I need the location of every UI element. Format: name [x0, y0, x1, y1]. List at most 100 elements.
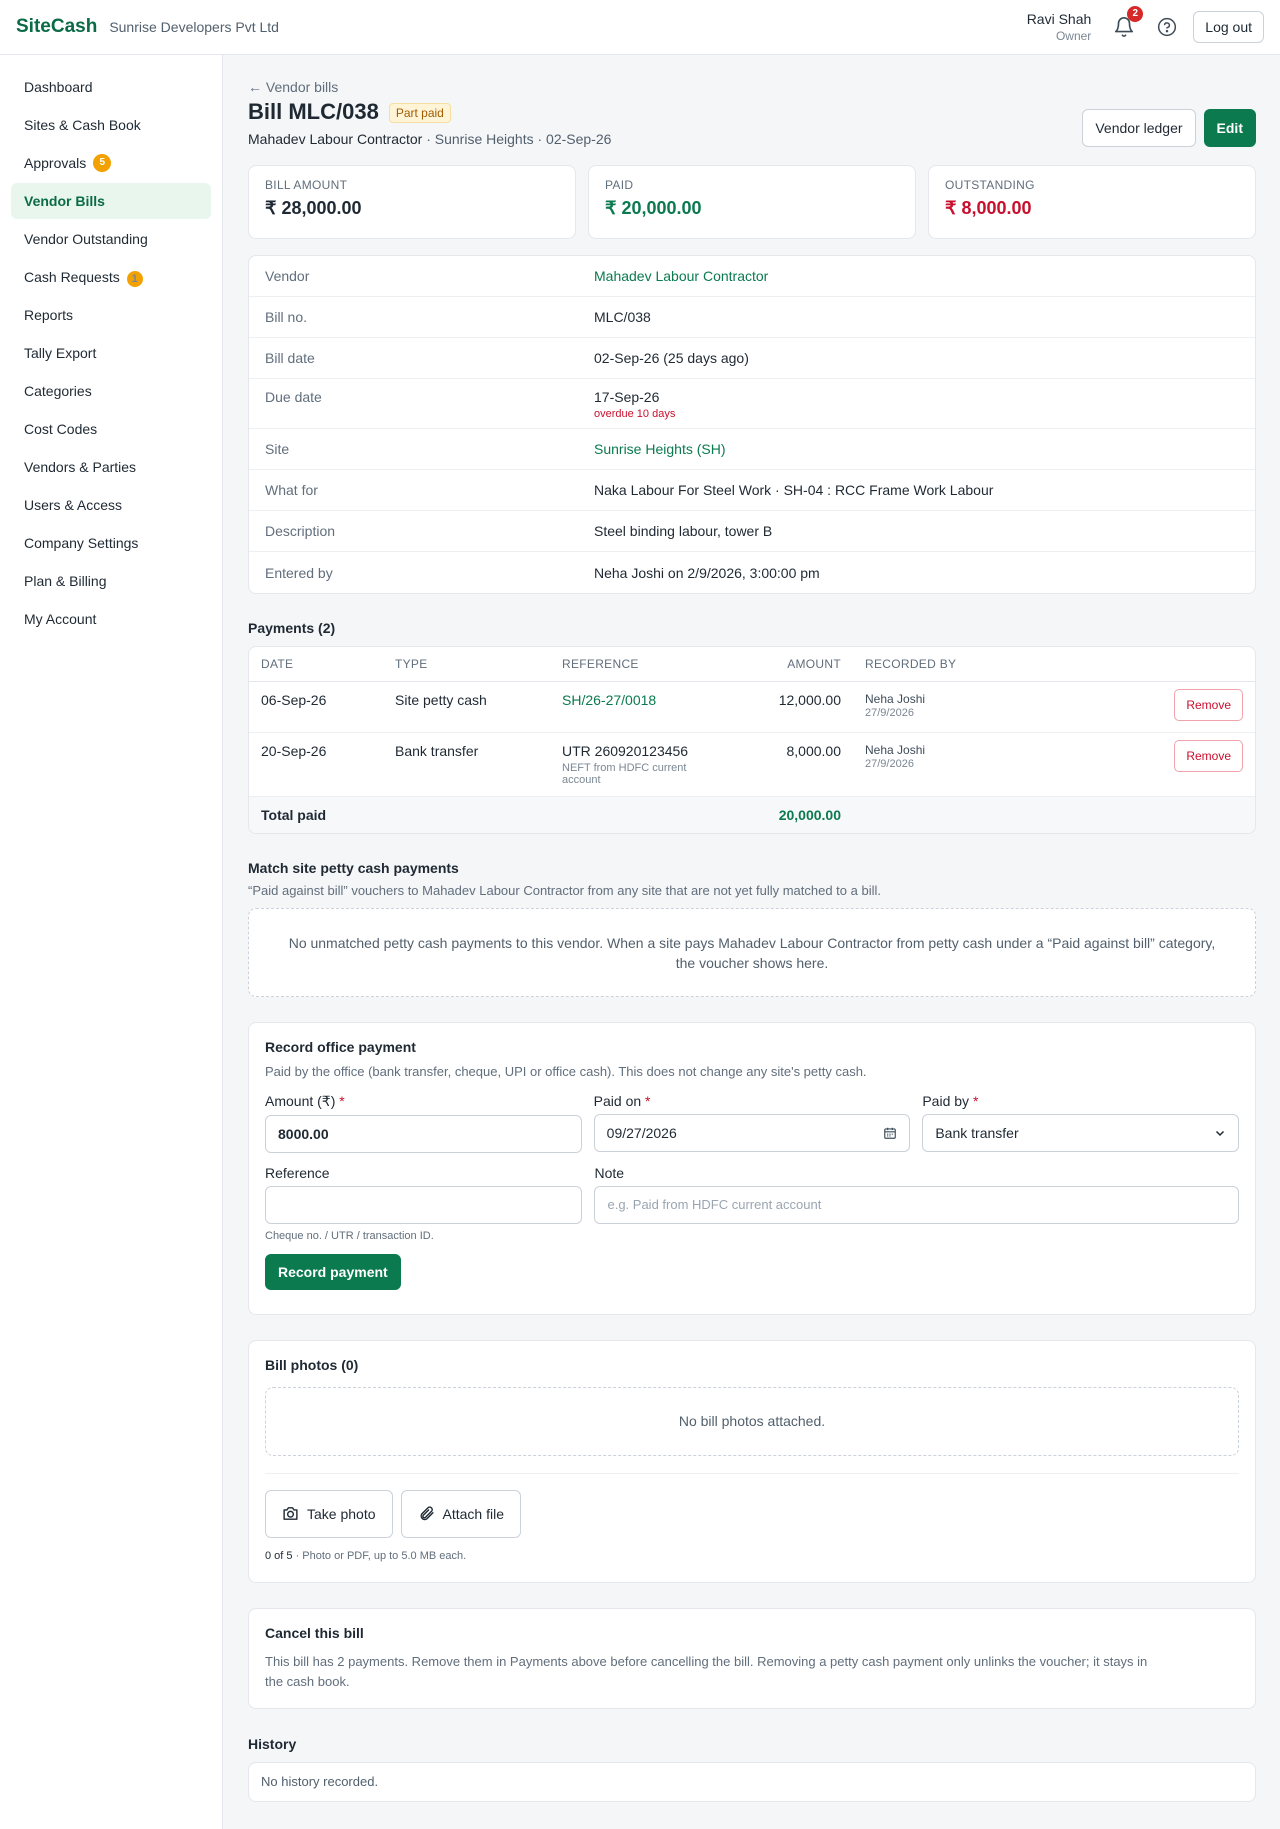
column-amount: AMOUNT	[730, 647, 853, 682]
column-date: DATE	[249, 647, 383, 682]
paid-by-value: Bank transfer	[935, 1124, 1019, 1141]
help-icon	[1158, 17, 1177, 37]
chevron-down-icon	[1215, 1130, 1225, 1136]
user-role: Owner	[1055, 29, 1092, 43]
bill-amount-card: BILL AMOUNT ₹ 28,000.00	[248, 165, 576, 239]
detail-label: Entered by	[265, 564, 333, 581]
note-input[interactable]: e.g. Paid from HDFC current account	[594, 1185, 1239, 1224]
sidebar-item-label: Plan & Billing	[24, 573, 107, 589]
sidebar-item-label: Users & Access	[24, 497, 123, 513]
paperclip-icon	[420, 1506, 434, 1521]
note-label: Note	[594, 1164, 625, 1181]
detail-label: Bill no.	[265, 309, 308, 325]
sidebar-item-cost-codes[interactable]: Cost Codes	[11, 411, 211, 447]
sidebar-item-label: Cost Codes	[24, 421, 98, 437]
payment-actions: Remove	[973, 681, 1255, 733]
subtitle-site-date: · Sunrise Heights · 02-Sep-26	[422, 131, 612, 147]
logout-button[interactable]: Log out	[1193, 11, 1264, 43]
sidebar-item-vendor-bills[interactable]: Vendor Bills	[11, 183, 211, 219]
payment-recorded-by-cell: Neha Joshi 27/9/2026	[853, 732, 973, 797]
attach-file-label: Attach file	[442, 1505, 504, 1522]
detail-row-what-for: What for Naka Labour For Steel Work · SH…	[249, 470, 1255, 511]
bill-photos-empty-state: No bill photos attached.	[265, 1386, 1239, 1456]
payment-reference[interactable]: SH/26-27/0018	[562, 692, 718, 708]
detail-label: Description	[265, 523, 336, 539]
subtitle-vendor: Mahadev Labour Contractor	[248, 131, 423, 147]
paid-card: PAID ₹ 20,000.00	[588, 165, 916, 239]
bill-no-value: MLC/038	[594, 309, 651, 325]
sidebar-item-sites-cash-book[interactable]: Sites & Cash Book	[11, 107, 211, 143]
paid-value: ₹ 20,000.00	[605, 198, 702, 218]
sidebar-item-label: Dashboard	[24, 79, 93, 95]
camera-icon	[283, 1507, 298, 1520]
sidebar-item-label: Company Settings	[24, 535, 139, 551]
cancel-bill-text: This bill has 2 payments. Remove them in…	[265, 1652, 1239, 1692]
take-photo-label: Take photo	[307, 1505, 376, 1522]
sidebar-item-cash-requests[interactable]: Cash Requests 1	[11, 259, 211, 295]
photo-limits: · Photo or PDF, up to 5.0 MB each.	[292, 1549, 467, 1562]
detail-label: Bill date	[265, 350, 315, 366]
sidebar-item-label: Categories	[24, 383, 92, 399]
sidebar-count-badge: 5	[93, 154, 112, 172]
detail-row-due-date: Due date 17-Sep-26 overdue 10 days	[249, 379, 1255, 429]
column-reference: REFERENCE	[550, 647, 730, 682]
payment-row: 20-Sep-26 Bank transfer UTR 260920123456 NE…	[249, 732, 1255, 797]
app-logo[interactable]: SiteCash	[16, 16, 97, 38]
reference-input[interactable]	[265, 1185, 583, 1224]
reference-label: Reference	[265, 1164, 330, 1181]
help-button[interactable]	[1157, 17, 1177, 37]
payment-reference: UTR 260920123456	[562, 742, 689, 759]
calendar-icon[interactable]	[883, 1126, 897, 1140]
record-payment-subtitle: Paid by the office (bank transfer, chequ…	[265, 1063, 867, 1079]
sidebar-count-badge: 1	[126, 270, 143, 287]
detail-row-bill-no: Bill no. MLC/038	[249, 297, 1255, 338]
top-bar-right: Ravi Shah Owner 2 Log out	[1026, 6, 1264, 43]
payment-recorded-by-cell: Neha Joshi 27/9/2026	[853, 681, 973, 733]
cancel-bill-panel: Cancel this bill This bill has 2 payment…	[248, 1607, 1256, 1709]
sidebar-item-my-account[interactable]: My Account	[11, 601, 211, 637]
vendor-ledger-button[interactable]: Vendor ledger	[1082, 109, 1196, 147]
notification-count-badge: 2	[1127, 6, 1144, 22]
attach-file-button[interactable]: Attach file	[400, 1489, 521, 1538]
payment-type: Bank transfer	[383, 732, 550, 797]
cancel-text-line-2: the cash book.	[265, 1673, 350, 1689]
sidebar-item-categories[interactable]: Categories	[11, 373, 211, 409]
back-to-vendor-bills-link[interactable]: ← Vendor bills	[248, 79, 1256, 95]
sidebar-item-reports[interactable]: Reports	[11, 297, 211, 333]
sidebar-item-dashboard[interactable]: Dashboard	[11, 69, 211, 105]
detail-label: Due date	[265, 389, 322, 405]
payment-recorded-by: Neha Joshi	[865, 691, 926, 706]
column-type: TYPE	[383, 647, 550, 682]
sidebar-item-approvals[interactable]: Approvals 5	[11, 145, 211, 181]
paid-by-select[interactable]: Bank transfer	[922, 1113, 1240, 1152]
photo-actions: Take photo Attach file	[265, 1472, 1239, 1538]
sidebar-item-plan-billing[interactable]: Plan & Billing	[11, 563, 211, 599]
history-title: History	[248, 1735, 297, 1752]
sidebar-item-label: Approvals	[24, 155, 87, 171]
paid-on-date-input[interactable]: 09/27/2026	[593, 1113, 911, 1152]
record-payment-button[interactable]: Record payment	[265, 1253, 401, 1290]
site-link[interactable]: Sunrise Heights (SH)	[594, 441, 726, 457]
amount-input[interactable]: 8000.00	[265, 1114, 582, 1153]
sidebar-item-vendor-outstanding[interactable]: Vendor Outstanding	[11, 221, 211, 257]
detail-row-vendor: Vendor Mahadev Labour Contractor	[249, 256, 1255, 297]
sidebar-item-tally-export[interactable]: Tally Export	[11, 335, 211, 371]
edit-button[interactable]: Edit	[1203, 109, 1256, 147]
user-name: Ravi Shah	[1026, 11, 1092, 27]
sidebar-item-company-settings[interactable]: Company Settings	[11, 525, 211, 561]
main-content: ← Vendor bills Bill MLC/038 Part paid Ma…	[248, 55, 1256, 1802]
due-date-value: 17-Sep-26	[594, 389, 660, 405]
payment-date: 20-Sep-26	[249, 732, 383, 797]
notifications-button[interactable]: 2	[1113, 6, 1144, 38]
record-payment-title: Record office payment	[265, 1038, 416, 1055]
payments-title: Payments (2)	[248, 620, 336, 636]
remove-payment-button[interactable]: Remove	[1174, 688, 1243, 721]
description-value: Steel binding labour, tower B	[594, 523, 773, 539]
take-photo-button[interactable]: Take photo	[265, 1489, 393, 1538]
remove-payment-button[interactable]: Remove	[1174, 739, 1243, 772]
sidebar-item-users-access[interactable]: Users & Access	[11, 487, 211, 523]
sidebar-item-vendors-parties[interactable]: Vendors & Parties	[11, 449, 211, 485]
sidebar: Dashboard Sites & Cash Book Approvals 5 Vend…	[0, 55, 223, 1829]
vendor-link[interactable]: Mahadev Labour Contractor	[594, 268, 768, 284]
reference-hint: Cheque no. / UTR / transaction ID.	[265, 1229, 434, 1242]
